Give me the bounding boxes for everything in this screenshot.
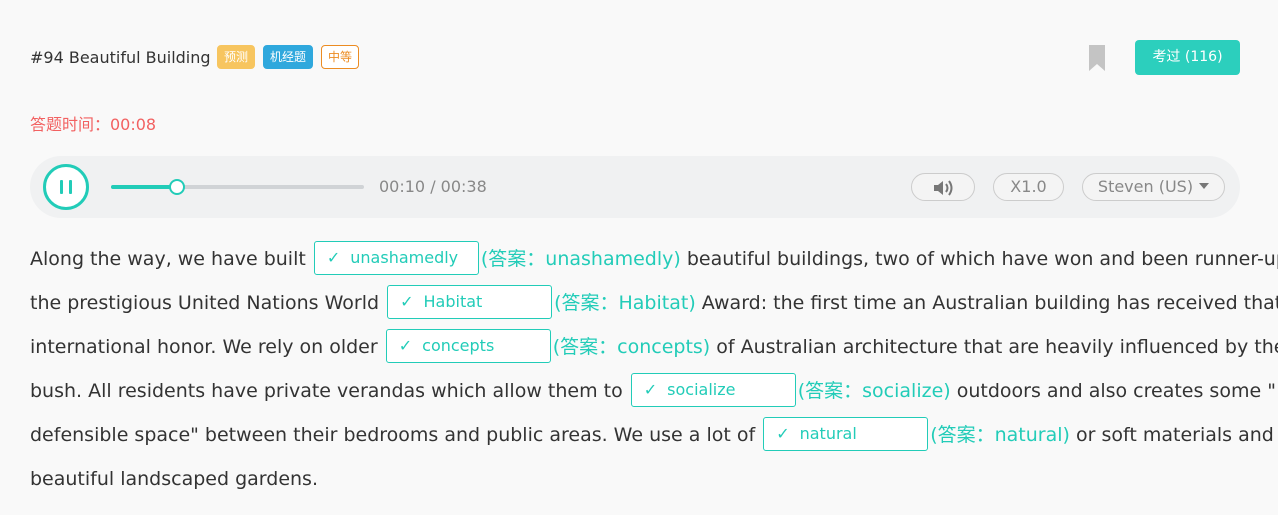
pause-button[interactable] [43, 164, 89, 210]
passage-line: the prestigious United Nations World ✓ Ha… [30, 281, 1278, 325]
progress-fill [111, 185, 177, 189]
answer-text: (答案：unashamedly) [480, 248, 681, 270]
pause-icon [60, 180, 63, 194]
question-title: #94 Beautiful Building [30, 48, 211, 67]
passage-text: of Australian architecture that are heav… [716, 336, 1278, 358]
passage-line: defensible space" between their bedrooms… [30, 413, 1278, 457]
blank-value: Habitat [423, 291, 483, 311]
answer-text: (答案：socialize) [797, 380, 951, 402]
passage-text: outdoors and also creates some " [956, 380, 1276, 402]
passage: Along the way, we have built ✓ unashamedl… [30, 237, 1278, 501]
voice-label: Steven (US) [1097, 177, 1194, 196]
volume-button[interactable] [911, 173, 975, 201]
check-icon: ✓ [398, 335, 413, 355]
blank-value: natural [799, 423, 857, 443]
check-icon: ✓ [400, 291, 414, 311]
check-icon: ✓ [776, 423, 790, 443]
blank-value: socialize [667, 379, 736, 399]
exam-count-button[interactable]: 考过 (116) [1135, 40, 1240, 75]
blank-input[interactable]: ✓ Habitat [387, 284, 553, 319]
answer-text: (答案：natural) [930, 424, 1070, 446]
caret-down-icon [1199, 182, 1210, 189]
passage-text: bush. All residents have private veranda… [30, 380, 623, 402]
answer-timer: 答题时间：00:08 [30, 115, 157, 134]
blank-value: concepts [422, 335, 495, 355]
blank-input[interactable]: ✓ concepts [385, 328, 551, 363]
voice-select[interactable]: Steven (US) [1082, 173, 1225, 201]
speed-button[interactable]: X1.0 [993, 173, 1064, 201]
check-icon: ✓ [326, 247, 341, 267]
passage-line: international honor. We rely on older ✓ c… [30, 325, 1278, 369]
passage-text: international honor. We rely on older [30, 336, 378, 358]
passage-text: beautiful buildings, two of which have w… [686, 248, 1278, 270]
blank-input[interactable]: ✓ unashamedly [313, 240, 479, 275]
audio-player: 00:10 / 00:38 X1.0 Steven (US) [30, 156, 1240, 218]
passage-text: Along the way, we have built [30, 248, 306, 270]
blank-input[interactable]: ✓ socialize [630, 372, 796, 407]
playback-time: 00:10 / 00:38 [379, 177, 487, 196]
passage-text: or soft materials and build [1076, 424, 1278, 446]
tag-exam-question: 机经题 [263, 45, 314, 69]
tag-list: 预测 机经题 中等 [217, 45, 360, 69]
passage-line: bush. All residents have private veranda… [30, 369, 1276, 413]
check-icon: ✓ [643, 379, 658, 399]
volume-icon [934, 179, 953, 196]
passage-line: beautiful landscaped gardens. [30, 457, 1245, 501]
progress-track[interactable] [111, 179, 364, 195]
passage-text: the prestigious United Nations World [30, 292, 380, 314]
question-header: #94 Beautiful Building 预测 机经题 中等 考过 (116… [30, 40, 1240, 76]
answer-text: (答案：concepts) [552, 336, 711, 358]
tag-forecast: 预测 [217, 45, 256, 69]
passage-text: Award: the first time an Australian buil… [701, 292, 1278, 314]
answer-text: (答案：Habitat) [554, 292, 696, 314]
progress-thumb[interactable] [168, 179, 185, 195]
tag-difficulty: 中等 [321, 45, 360, 69]
passage-text: defensible space" between their bedrooms… [30, 424, 756, 446]
blank-input[interactable]: ✓ natural [763, 416, 929, 451]
passage-line: Along the way, we have built ✓ unashamedl… [30, 237, 1278, 281]
passage-text: beautiful landscaped gardens. [30, 468, 318, 490]
blank-value: unashamedly [350, 247, 459, 267]
bookmark-icon[interactable] [1088, 44, 1106, 72]
